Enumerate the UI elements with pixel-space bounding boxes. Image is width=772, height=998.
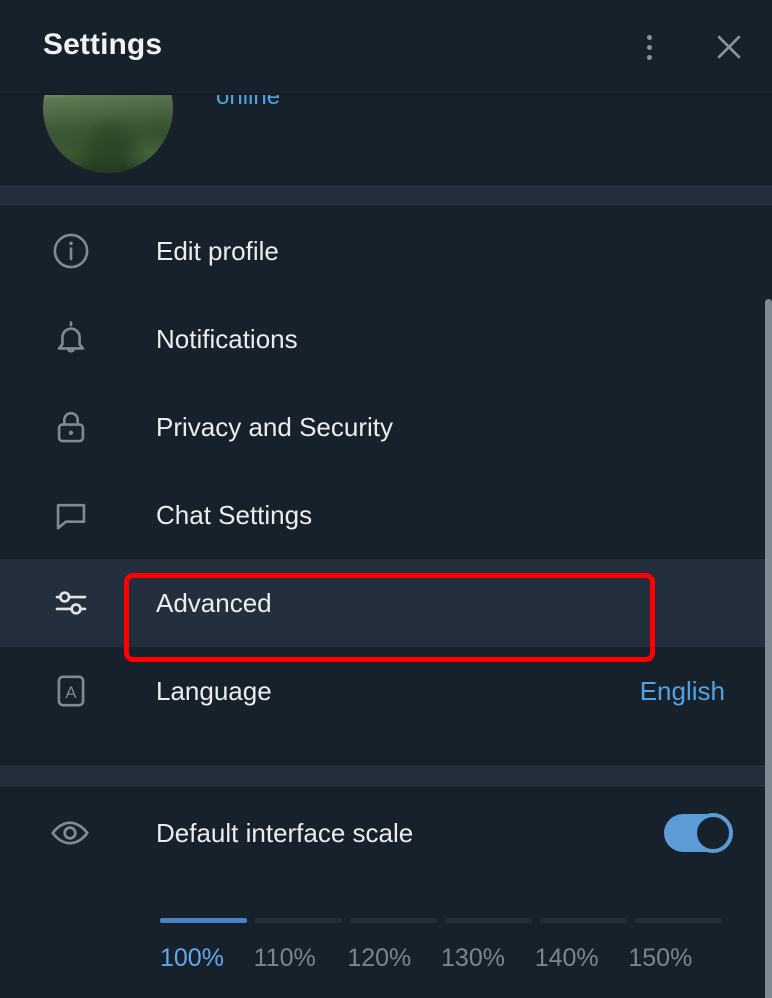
profile-status: online (216, 94, 281, 110)
interface-scale-label: Default interface scale (156, 817, 414, 848)
scale-option[interactable]: 120% (347, 944, 441, 973)
close-button[interactable] (704, 22, 754, 72)
scrollbar[interactable] (765, 94, 772, 998)
chat-bubble-icon (47, 491, 95, 539)
sidebar-item-language[interactable]: A Language English (0, 647, 772, 735)
sidebar-item-chat-settings[interactable]: Chat Settings (0, 471, 772, 559)
section-divider-top (0, 184, 772, 207)
scale-option[interactable]: 130% (441, 944, 535, 973)
section-divider-middle (0, 764, 772, 788)
close-icon (717, 35, 741, 59)
avatar[interactable] (43, 95, 173, 173)
more-options-button[interactable] (624, 22, 674, 72)
slider-segment[interactable] (350, 918, 437, 923)
more-vertical-icon (646, 34, 652, 60)
sidebar-item-label: Privacy and Security (156, 411, 393, 442)
sidebar-item-advanced[interactable]: Advanced (0, 559, 772, 647)
lock-icon (47, 403, 95, 451)
settings-list: Edit profile Notifications Privacy and S… (0, 207, 772, 735)
profile-summary[interactable]: online (0, 94, 772, 184)
letter-a-icon: A (47, 667, 95, 715)
sidebar-item-notifications[interactable]: Notifications (0, 295, 772, 383)
page-title: Settings (43, 28, 163, 61)
interface-scale-section: Default interface scale (0, 788, 772, 878)
interface-scale-slider[interactable] (160, 918, 722, 923)
scale-option[interactable]: 110% (254, 944, 348, 973)
header-actions (624, 22, 754, 72)
sidebar-item-label: Chat Settings (156, 499, 313, 530)
info-circle-icon (47, 227, 95, 275)
scale-option[interactable]: 100% (160, 944, 254, 973)
interface-scale-options: 100% 110% 120% 130% 140% 150% (160, 944, 722, 973)
slider-segment[interactable] (160, 918, 247, 923)
sidebar-item-label: Advanced (156, 587, 272, 618)
sliders-icon (47, 579, 95, 627)
settings-panel: Settings online Edit profile Notificatio… (0, 0, 772, 998)
sidebar-item-label: Language (156, 675, 272, 706)
slider-segment[interactable] (255, 918, 342, 923)
sidebar-item-edit-profile[interactable]: Edit profile (0, 207, 772, 295)
panel-header: Settings (0, 0, 772, 94)
scale-option[interactable]: 140% (535, 944, 629, 973)
sidebar-item-label: Edit profile (156, 235, 279, 266)
slider-segment[interactable] (445, 918, 532, 923)
interface-scale-toggle[interactable] (664, 813, 733, 853)
bell-icon (47, 315, 95, 363)
sidebar-item-label: Notifications (156, 323, 298, 354)
eye-icon (47, 810, 93, 856)
sidebar-item-privacy-and-security[interactable]: Privacy and Security (0, 383, 772, 471)
scale-option[interactable]: 150% (628, 944, 722, 973)
slider-segment[interactable] (540, 918, 627, 923)
svg-text:A: A (65, 683, 77, 702)
interface-scale-header[interactable]: Default interface scale (0, 788, 772, 878)
scrollbar-thumb[interactable] (765, 299, 772, 998)
slider-segment[interactable] (635, 918, 722, 923)
toggle-knob (693, 813, 733, 853)
language-value[interactable]: English (640, 676, 725, 707)
